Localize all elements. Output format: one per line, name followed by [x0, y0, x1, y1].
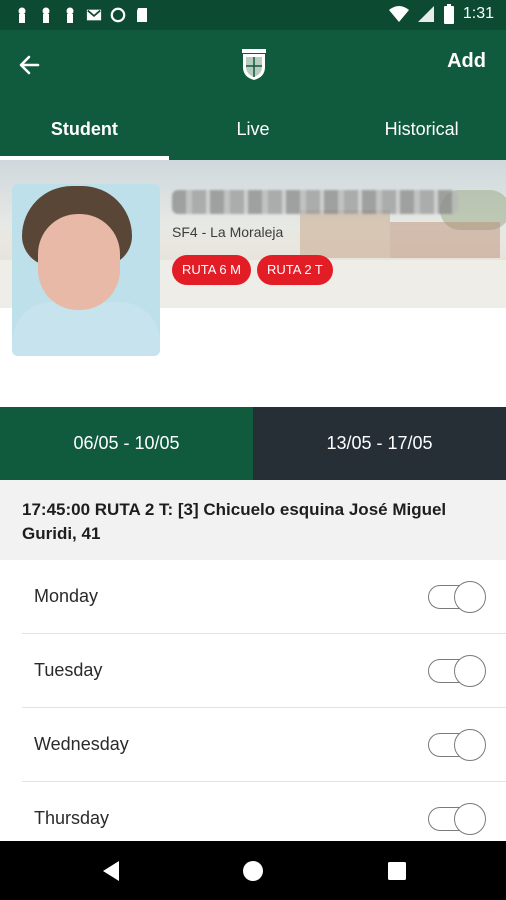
route-info-text: 17:45:00 RUTA 2 T: [3] Chicuelo esquina … [22, 500, 447, 543]
day-label: Thursday [34, 808, 110, 828]
nav-recent-apps-icon[interactable] [385, 859, 409, 883]
tuesday-toggle[interactable] [428, 655, 486, 687]
student-name-redacted [172, 190, 458, 214]
status-system: 1:31 [388, 4, 494, 24]
wednesday-toggle[interactable] [428, 729, 486, 761]
arrow-back-icon [19, 55, 40, 75]
system-nav-bar [0, 841, 506, 900]
day-row-monday: Monday [22, 560, 506, 634]
app-bar: Add [0, 30, 506, 98]
status-bar: 1:31 [0, 0, 506, 30]
nav-home-icon[interactable] [241, 859, 265, 883]
student-photo [12, 184, 160, 356]
tab-historical[interactable]: Historical [337, 98, 506, 160]
tab-student[interactable]: Student [0, 98, 169, 160]
notification-icon [42, 7, 50, 23]
student-school: SF4 - La Moraleja [172, 224, 284, 240]
day-label: Wednesday [34, 734, 129, 754]
route-badge[interactable]: RUTA 2 T [257, 255, 333, 285]
day-list: Monday Tuesday Wednesday Thursday [22, 560, 506, 856]
wifi-icon [388, 6, 409, 22]
day-row-tuesday: Tuesday [22, 634, 506, 708]
status-notifications [14, 6, 150, 24]
day-row-wednesday: Wednesday [22, 708, 506, 782]
signal-icon [417, 6, 434, 22]
route-badges: RUTA 6 M RUTA 2 T [172, 255, 333, 285]
day-label: Tuesday [34, 660, 103, 680]
tab-live[interactable]: Live [169, 98, 338, 160]
thursday-toggle[interactable] [428, 803, 486, 835]
notification-icon [18, 7, 26, 23]
week-selector: 06/05 - 10/05 13/05 - 17/05 [0, 407, 506, 480]
tab-bar: Student Live Historical [0, 98, 506, 160]
add-button[interactable]: Add [447, 50, 486, 73]
nav-back-icon[interactable] [99, 859, 123, 883]
gmail-icon [86, 9, 102, 21]
route-info-panel: 17:45:00 RUTA 2 T: [3] Chicuelo esquina … [0, 480, 506, 560]
monday-toggle[interactable] [428, 581, 486, 613]
notification-icon [66, 7, 74, 23]
back-button[interactable] [14, 50, 44, 80]
day-label: Monday [34, 586, 99, 606]
status-time: 1:31 [462, 5, 494, 22]
week-tab-current[interactable]: 06/05 - 10/05 [0, 407, 253, 480]
route-badge[interactable]: RUTA 6 M [172, 255, 251, 285]
sd-card-icon [137, 8, 147, 22]
school-crest-icon [242, 49, 266, 80]
week-tab-next[interactable]: 13/05 - 17/05 [253, 407, 506, 480]
battery-icon [443, 4, 454, 24]
circle-icon [110, 7, 126, 23]
